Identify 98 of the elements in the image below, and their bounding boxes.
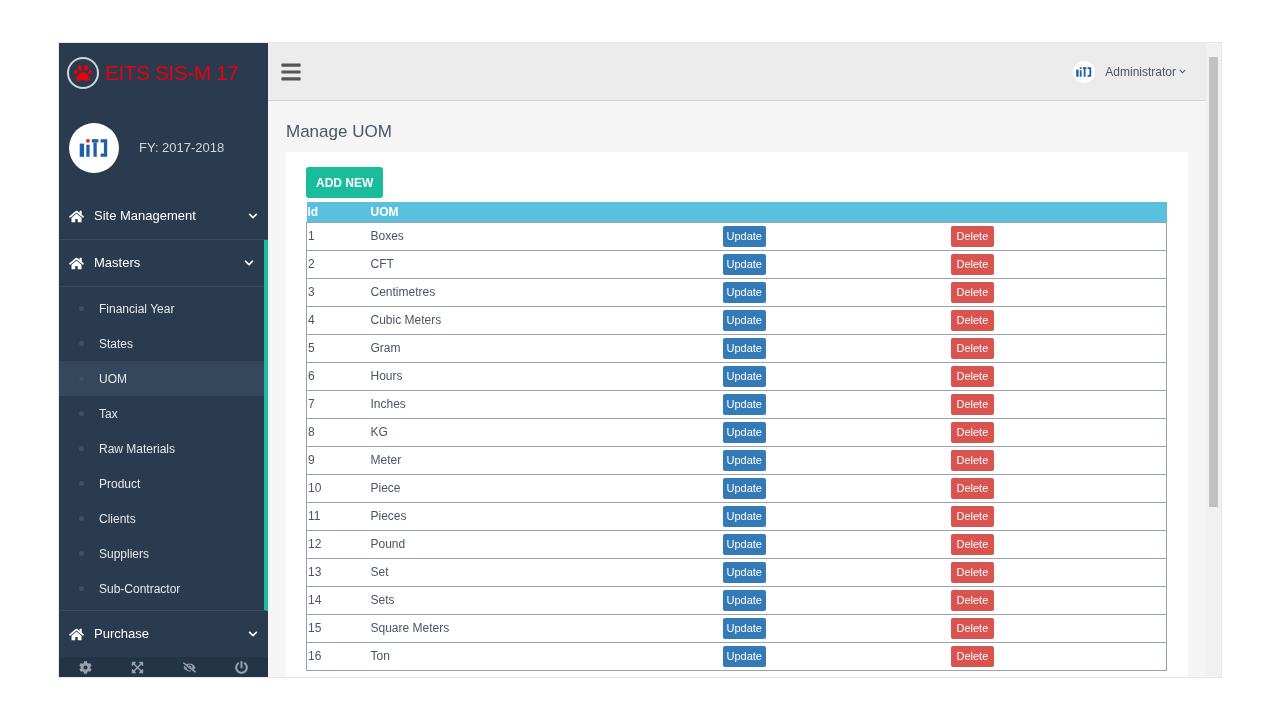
sidebar-submenu-item[interactable]: Raw Materials <box>59 431 264 466</box>
home-icon <box>69 255 84 271</box>
table-cell: Piece <box>370 474 723 502</box>
table-cell: Centimetres <box>370 278 723 306</box>
table-cell: Gram <box>370 334 723 362</box>
update-button[interactable]: Update <box>722 505 766 527</box>
update-button[interactable]: Update <box>722 533 766 555</box>
sidebar-menu-item[interactable]: Masters <box>59 240 264 286</box>
table-cell: 9 <box>306 446 371 474</box>
brand-title: EITS SIS-M 17 <box>105 60 239 87</box>
page-title: Manage UOM <box>286 123 392 140</box>
column-header: UOM <box>370 202 723 222</box>
update-button[interactable]: Update <box>722 449 766 471</box>
table-cell: 16 <box>306 642 371 670</box>
chevron-down-icon <box>248 211 258 221</box>
table-cell: 7 <box>306 390 371 418</box>
table-cell: CFT <box>370 250 723 278</box>
table-cell: 15 <box>306 614 371 642</box>
update-button[interactable]: Update <box>722 421 766 443</box>
chevron-down-icon <box>244 258 254 268</box>
delete-button[interactable]: Delete <box>950 533 995 555</box>
update-button[interactable]: Update <box>722 309 766 331</box>
delete-button[interactable]: Delete <box>950 421 995 443</box>
table-cell: KG <box>370 418 723 446</box>
table-cell: 13 <box>306 558 371 586</box>
update-button[interactable]: Update <box>722 337 766 359</box>
sidebar-submenu-item[interactable]: Clients <box>59 501 264 536</box>
sidebar-menu-item[interactable]: Purchase <box>59 611 268 657</box>
table-cell: Square Meters <box>370 614 723 642</box>
delete-button[interactable]: Delete <box>950 225 995 247</box>
table-cell: 12 <box>306 530 371 558</box>
caret-icon <box>1179 68 1186 75</box>
sidebar-submenu-item[interactable]: UOM <box>59 361 264 396</box>
delete-button[interactable]: Delete <box>950 337 995 359</box>
company-logo <box>1073 60 1096 83</box>
delete-button[interactable]: Delete <box>950 477 995 499</box>
table-cell: Inches <box>370 390 723 418</box>
table-cell: Meter <box>370 446 723 474</box>
delete-button[interactable]: Delete <box>950 253 995 275</box>
delete-button[interactable]: Delete <box>950 617 995 639</box>
table-cell: 4 <box>306 306 371 334</box>
update-button[interactable]: Update <box>722 365 766 387</box>
fullscreen-icon[interactable] <box>130 660 144 674</box>
delete-button[interactable]: Delete <box>950 505 995 527</box>
home-icon <box>69 626 84 642</box>
update-button[interactable]: Update <box>722 393 766 415</box>
home-icon <box>69 208 84 224</box>
user-menu[interactable]: Administrator <box>1105 62 1186 81</box>
table-cell: Ton <box>370 642 723 670</box>
fiscal-year: FY: 2017-2018 <box>139 139 225 158</box>
update-button[interactable]: Update <box>722 225 766 247</box>
power-icon[interactable] <box>235 660 249 674</box>
update-button[interactable]: Update <box>722 617 766 639</box>
table-cell: 10 <box>306 474 371 502</box>
delete-button[interactable]: Delete <box>950 645 995 667</box>
delete-button[interactable]: Delete <box>950 281 995 303</box>
settings-icon[interactable] <box>78 660 92 674</box>
table-cell: Pound <box>370 530 723 558</box>
table-cell: 11 <box>306 502 371 530</box>
chevron-down-icon <box>248 629 258 639</box>
sidebar-submenu-item[interactable]: Suppliers <box>59 536 264 571</box>
table-cell: Cubic Meters <box>370 306 723 334</box>
add-new-button[interactable]: ADD NEW <box>306 167 384 198</box>
table-cell: 5 <box>306 334 371 362</box>
sidebar-submenu-item[interactable]: Sub-Contractor <box>59 571 264 606</box>
sidebar-submenu-item[interactable]: Financial Year <box>59 291 264 326</box>
delete-button[interactable]: Delete <box>950 561 995 583</box>
table-cell: Sets <box>370 586 723 614</box>
update-button[interactable]: Update <box>722 477 766 499</box>
table-cell: 2 <box>306 250 371 278</box>
delete-button[interactable]: Delete <box>950 393 995 415</box>
update-button[interactable]: Update <box>722 589 766 611</box>
delete-button[interactable]: Delete <box>950 589 995 611</box>
table-cell: 3 <box>306 278 371 306</box>
delete-button[interactable]: Delete <box>950 449 995 471</box>
scrollbar[interactable] <box>1206 43 1221 677</box>
sidebar-submenu-item[interactable]: Product <box>59 466 264 501</box>
delete-button[interactable]: Delete <box>950 365 995 387</box>
sidebar-submenu-item[interactable]: States <box>59 326 264 361</box>
sidebar-menu-item[interactable]: Site Management <box>59 193 268 239</box>
company-logo <box>69 123 119 173</box>
table-cell: 14 <box>306 586 371 614</box>
sidebar-submenu-item[interactable]: Tax <box>59 396 264 431</box>
table-cell: Boxes <box>370 222 723 250</box>
paw-logo-icon <box>67 57 99 89</box>
delete-button[interactable]: Delete <box>950 309 995 331</box>
column-header: Id <box>306 202 371 222</box>
table-cell: 8 <box>306 418 371 446</box>
update-button[interactable]: Update <box>722 281 766 303</box>
update-button[interactable]: Update <box>722 253 766 275</box>
table-cell: Pieces <box>370 502 723 530</box>
eye-slash-icon[interactable] <box>183 660 197 674</box>
table-cell: 6 <box>306 362 371 390</box>
update-button[interactable]: Update <box>722 645 766 667</box>
update-button[interactable]: Update <box>722 561 766 583</box>
table-cell: Set <box>370 558 723 586</box>
table-cell: 1 <box>306 222 371 250</box>
table-cell: Hours <box>370 362 723 390</box>
